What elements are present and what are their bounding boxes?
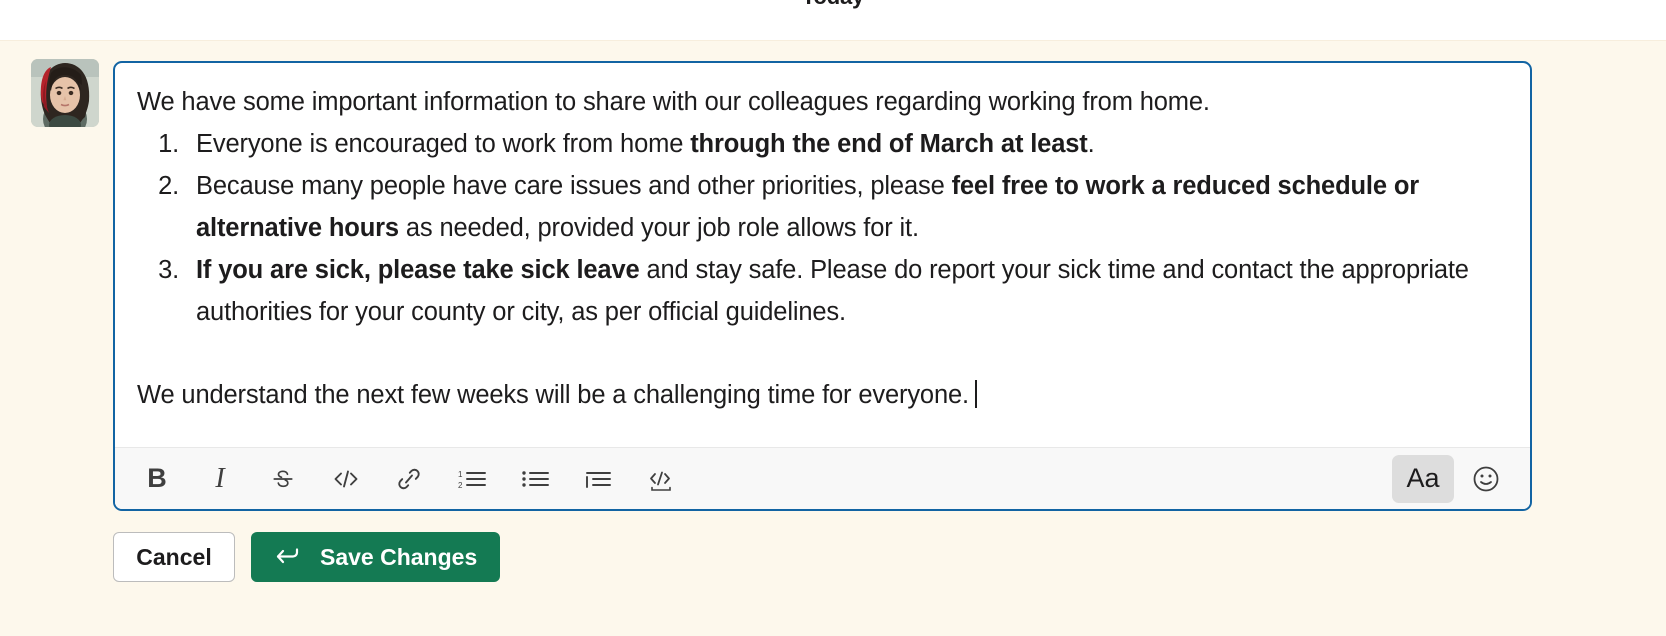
code-block-icon <box>650 471 671 491</box>
avatar-image <box>31 59 99 127</box>
list-item-post-text: as needed, provided your job role allows… <box>398 214 919 242</box>
blockquote-icon <box>586 471 611 488</box>
svg-text:2: 2 <box>458 481 463 490</box>
list-item-post-text: . <box>1087 130 1095 158</box>
intro-paragraph: We have some important information to sh… <box>137 88 1210 116</box>
blockquote-button[interactable] <box>578 459 618 499</box>
list-item-pre-text: Everyone is encouraged to work from home <box>196 130 691 158</box>
italic-icon: I <box>215 462 225 494</box>
save-changes-label: Save Changes <box>320 543 478 570</box>
inline-code-button[interactable] <box>326 459 366 499</box>
code-icon <box>334 470 358 487</box>
closing-paragraph: We understand the next few weeks will be… <box>137 374 1508 416</box>
bold-button[interactable]: B <box>137 459 177 499</box>
bulleted-list-button[interactable] <box>515 459 555 499</box>
formatting-toolbar-left: B I 1 2 <box>115 459 681 499</box>
list-item-pre-text: Because many people have care issues and… <box>196 172 952 200</box>
code-block-button[interactable] <box>641 459 681 499</box>
ordered-list-button[interactable]: 1 2 <box>452 459 492 499</box>
text-caret <box>974 380 977 408</box>
emoji-button[interactable] <box>1464 457 1508 501</box>
message-edit-row: We have some important information to sh… <box>0 40 1666 636</box>
closing-text: We understand the next few weeks will be… <box>137 381 969 409</box>
formatting-toolbar-right: Aa <box>1392 454 1530 503</box>
list-item-bold-text: through the end of March at least <box>690 130 1088 158</box>
strikethrough-icon <box>273 469 293 487</box>
avatar[interactable] <box>31 59 99 127</box>
message-edit-screen: Today <box>0 0 1666 636</box>
list-item: Everyone is encouraged to work from home… <box>186 123 1508 165</box>
edit-actions: Cancel Save Changes <box>113 532 501 582</box>
list-item: Because many people have care issues and… <box>186 165 1508 249</box>
bulleted-list-icon <box>522 470 549 487</box>
emoji-icon <box>1473 466 1499 491</box>
strikethrough-button[interactable] <box>263 459 303 499</box>
link-button[interactable] <box>389 459 429 499</box>
cancel-button[interactable]: Cancel <box>113 532 235 582</box>
svg-text:1: 1 <box>458 470 463 479</box>
day-divider: Today <box>0 0 1666 40</box>
list-item: If you are sick, please take sick leave … <box>186 249 1508 333</box>
bold-icon: B <box>147 463 167 493</box>
italic-button[interactable]: I <box>200 459 240 499</box>
ordered-list-icon: 1 2 <box>458 470 486 490</box>
link-icon <box>398 468 420 489</box>
editor-content[interactable]: We have some important information to sh… <box>115 63 1530 451</box>
formatting-toolbar: B I 1 2 Aa <box>115 447 1530 509</box>
message-editor[interactable]: We have some important information to sh… <box>113 61 1532 511</box>
numbered-list: Everyone is encouraged to work from home… <box>137 123 1508 333</box>
formatting-toggle-button[interactable]: Aa <box>1392 454 1454 503</box>
enter-key-icon <box>276 548 299 564</box>
day-divider-label: Today <box>0 0 1666 10</box>
save-changes-button[interactable]: Save Changes <box>251 532 501 582</box>
list-item-bold-text: If you are sick, please take sick leave <box>196 256 640 284</box>
